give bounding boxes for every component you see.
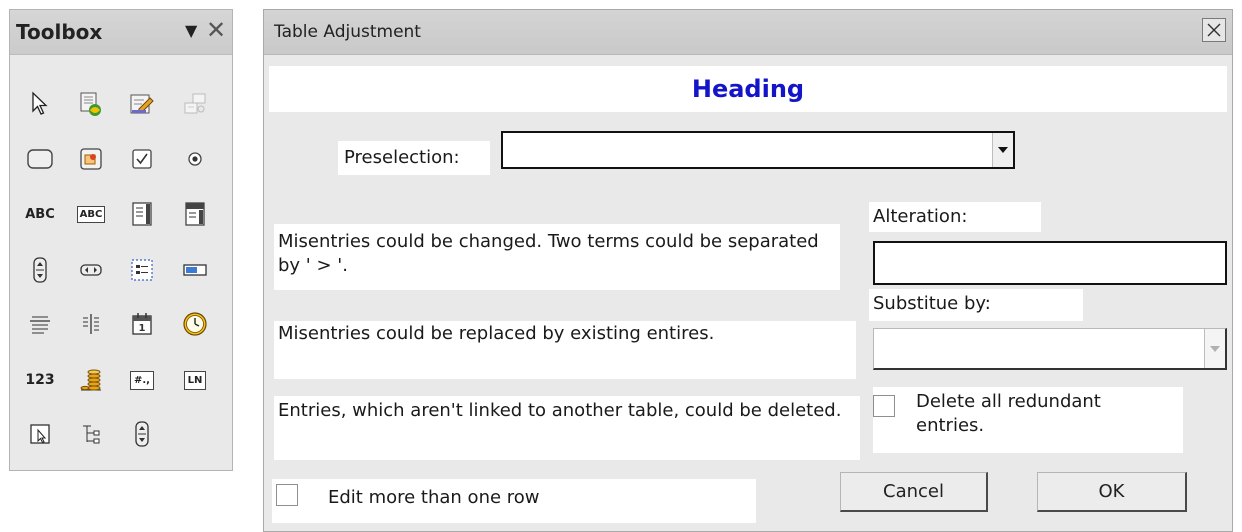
ok-button[interactable]: OK (1037, 472, 1187, 512)
spin-button-icon[interactable] (74, 253, 108, 287)
edit-more-label: Edit more than one row (328, 487, 540, 508)
group-box-icon[interactable] (125, 253, 159, 287)
cancel-button[interactable]: Cancel (840, 472, 988, 512)
toolbox-title: Toolbox (16, 20, 103, 44)
delete-redundant-label: Delete all redundant entries. (916, 391, 1101, 436)
image-button-icon[interactable] (74, 142, 108, 176)
label-field-icon[interactable]: ABC (23, 197, 57, 231)
select-pointer-icon[interactable] (23, 87, 57, 121)
formatted-field-icon-text: #., (130, 370, 154, 390)
push-button-icon[interactable] (23, 142, 57, 176)
progress-bar-icon[interactable] (178, 253, 212, 287)
time-field-icon[interactable] (178, 307, 212, 341)
numeric-field-icon[interactable]: 123 (23, 363, 57, 397)
label-field-icon-text: ABC (25, 206, 55, 222)
dialog-titlebar[interactable]: Table Adjustment (264, 10, 1232, 55)
substitute-combo[interactable] (873, 328, 1227, 370)
horizontal-line-icon[interactable] (23, 307, 57, 341)
vertical-line-icon[interactable] (74, 307, 108, 341)
pattern-field-icon-text: LN (183, 370, 207, 390)
toolbox-titlebar[interactable]: Toolbox ▼ ✕ (10, 10, 232, 55)
pattern-field-icon[interactable]: LN (178, 363, 212, 397)
tree-control-icon[interactable] (74, 417, 108, 451)
edit-more-checkbox[interactable] (276, 484, 298, 506)
formatted-field-icon[interactable]: #., (125, 363, 159, 397)
dialog-heading: Heading (269, 66, 1227, 112)
delete-redundant-option: Delete all redundant entries. (873, 387, 1183, 453)
close-icon[interactable] (1202, 18, 1226, 42)
list-box-icon[interactable] (125, 197, 159, 231)
alteration-label: Alteration: (869, 202, 1041, 232)
form-edit-icon[interactable] (125, 87, 159, 121)
preselection-combo[interactable] (501, 131, 1015, 169)
option-button-icon[interactable] (178, 142, 212, 176)
preselection-label: Preselection: (338, 141, 490, 175)
dialog-title: Table Adjustment (274, 22, 421, 42)
edit-more-option: Edit more than one row (272, 479, 756, 523)
combo-box-icon[interactable] (178, 197, 212, 231)
substitute-label: Substitue by: (869, 289, 1083, 321)
currency-field-icon[interactable] (74, 363, 108, 397)
delete-redundant-checkbox[interactable] (873, 395, 895, 417)
tab-order-icon[interactable] (178, 87, 212, 121)
svg-text:1: 1 (139, 323, 146, 334)
misentries-changed-text: Misentries could be changed. Two terms c… (274, 224, 840, 290)
chevron-down-icon[interactable] (992, 133, 1013, 167)
file-selection-icon[interactable] (23, 417, 57, 451)
text-box-icon[interactable]: ABC (74, 197, 108, 231)
numeric-field-icon-text: 123 (25, 372, 55, 388)
chevron-down-icon[interactable] (1204, 329, 1225, 368)
entries-not-linked-text: Entries, which aren't linked to another … (274, 396, 860, 460)
misentries-replaced-text: Misentries could be replaced by existing… (274, 321, 856, 379)
alteration-input[interactable] (873, 241, 1227, 285)
form-design-icon[interactable] (74, 87, 108, 121)
spin-control-icon[interactable] (125, 417, 159, 451)
toolbox-panel: Toolbox ▼ ✕ ABC ABC 1 123 #., LN (9, 9, 233, 471)
close-icon[interactable]: ✕ (206, 16, 226, 44)
caret-down-icon[interactable]: ▼ (185, 21, 197, 40)
checkbox-icon[interactable] (125, 142, 159, 176)
text-box-icon-text: ABC (76, 205, 106, 223)
table-adjustment-dialog: Table Adjustment Heading Preselection: M… (263, 9, 1233, 532)
scroll-bar-icon[interactable] (23, 253, 57, 287)
date-field-icon[interactable]: 1 (125, 307, 159, 341)
